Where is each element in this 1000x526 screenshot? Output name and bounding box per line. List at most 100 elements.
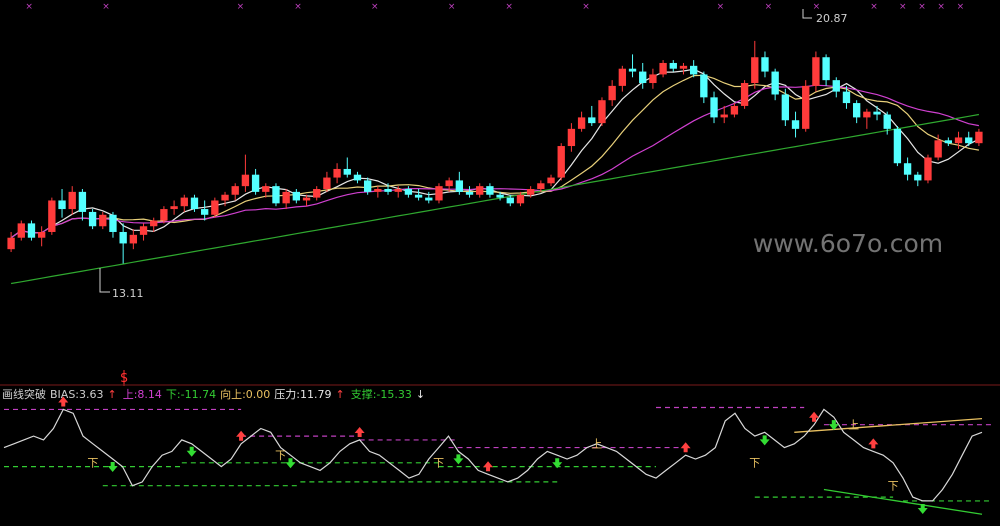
- candle-body: [577, 117, 586, 129]
- candle-body: [679, 65, 688, 69]
- candle-body: [190, 197, 199, 210]
- stock-chart: × × × × × × × × × × × × × × × × 下下下上下上下 www.6o7o.com 20…: [0, 2, 1000, 515]
- signal-marker: ×: [505, 2, 513, 12]
- candle-body: [323, 177, 331, 190]
- candle-body: [689, 65, 698, 75]
- candle-body: [27, 223, 36, 238]
- candle-body: [965, 137, 973, 144]
- watermark: www.6o7o.com: [753, 229, 943, 258]
- down-arrow-icon: [759, 435, 770, 446]
- candle-body: [251, 174, 260, 192]
- candle-body: [486, 186, 494, 195]
- candle-body: [221, 194, 229, 201]
- signal-marker: ×: [918, 2, 926, 12]
- legend-item: 上:8.14: [123, 388, 162, 401]
- candle-body: [465, 191, 474, 195]
- candle-body: [302, 197, 311, 201]
- candle-body: [262, 186, 270, 192]
- candle-body: [394, 189, 402, 192]
- signal-marker: ×: [237, 2, 245, 12]
- candle-body: [975, 131, 983, 144]
- signal-marker: ×: [765, 2, 773, 12]
- signal-label: 下: [433, 457, 444, 470]
- signal-label: 下: [749, 457, 760, 470]
- candle-body: [567, 128, 576, 147]
- candle-body: [700, 74, 708, 98]
- candle-body: [37, 231, 46, 238]
- candle-body: [740, 83, 749, 106]
- down-arrow-icon: [186, 446, 197, 457]
- up-arrow-icon: [680, 442, 691, 453]
- candle-body: [781, 94, 790, 121]
- candle-body: [506, 197, 514, 204]
- candle-body: [628, 68, 637, 72]
- low-price-label: 13.11: [112, 287, 144, 300]
- uptrend-line: [794, 417, 983, 433]
- candle-body: [425, 197, 433, 201]
- candle-body: [68, 191, 76, 210]
- indicator-panel: 下下下上下上下: [3, 396, 992, 515]
- up-arrow-icon: [236, 430, 247, 441]
- signal-label: 上: [591, 438, 602, 451]
- candle-body: [526, 189, 535, 195]
- candle-body: [588, 117, 596, 124]
- candle-body: [48, 200, 56, 232]
- candle-body: [88, 211, 97, 227]
- ma-line-ma60: [11, 113, 980, 285]
- candle-body: [476, 186, 484, 195]
- legend-item: ↑: [336, 388, 345, 401]
- candle-body: [404, 189, 413, 195]
- ma-line-ma10: [10, 74, 980, 239]
- candle-body: [771, 71, 779, 95]
- down-arrow-icon: [107, 462, 118, 472]
- candle-body: [791, 120, 800, 129]
- legend-item: ↓: [416, 388, 425, 401]
- candle-body: [7, 237, 15, 250]
- up-arrow-icon: [354, 426, 365, 437]
- candle-body: [363, 180, 372, 192]
- candle-body: [99, 214, 107, 227]
- candle-body: [150, 220, 158, 227]
- candle-body: [547, 177, 555, 184]
- candle-body: [200, 209, 209, 215]
- candle-body: [353, 174, 362, 181]
- signal-label: 下: [888, 480, 899, 493]
- signal-marker: ×: [294, 2, 302, 12]
- signal-marker: ×: [899, 2, 907, 12]
- candle-body: [78, 191, 87, 212]
- candle-body: [883, 114, 891, 129]
- candle-body: [272, 186, 280, 204]
- candle-body: [231, 186, 239, 195]
- candle-body: [934, 140, 942, 158]
- candle-body: [852, 103, 861, 118]
- candle-body: [139, 226, 148, 235]
- candle-body: [109, 214, 117, 232]
- candle-body: [924, 157, 932, 181]
- sell-marker: S: [120, 371, 128, 385]
- price-panel: × × × × × × × × × × × × × × × ×: [7, 2, 983, 386]
- candle-body: [720, 114, 728, 118]
- candle-body: [160, 209, 168, 221]
- legend-item: 压力:11.79: [274, 388, 331, 401]
- candle-body: [659, 62, 667, 75]
- candle-body: [17, 223, 25, 238]
- downtrend-line: [823, 488, 983, 515]
- candle-body: [608, 85, 616, 101]
- signal-label: 下: [87, 457, 98, 470]
- candle-body: [343, 168, 351, 175]
- candle-body: [282, 191, 290, 204]
- candle-body: [384, 189, 392, 192]
- legend-item: 画线突破: [2, 387, 46, 401]
- candle-body: [292, 191, 301, 201]
- candle-body: [761, 57, 769, 72]
- candle-body: [822, 57, 830, 81]
- candle-body: [730, 105, 739, 115]
- candle-body: [751, 57, 759, 84]
- candle-body: [455, 180, 464, 192]
- up-arrow-icon: [868, 438, 879, 449]
- candle-body: [211, 200, 219, 215]
- candle-body: [649, 74, 657, 84]
- signal-marker: ×: [582, 2, 590, 12]
- legend-item: ↑: [108, 388, 117, 401]
- candle-body: [639, 71, 647, 84]
